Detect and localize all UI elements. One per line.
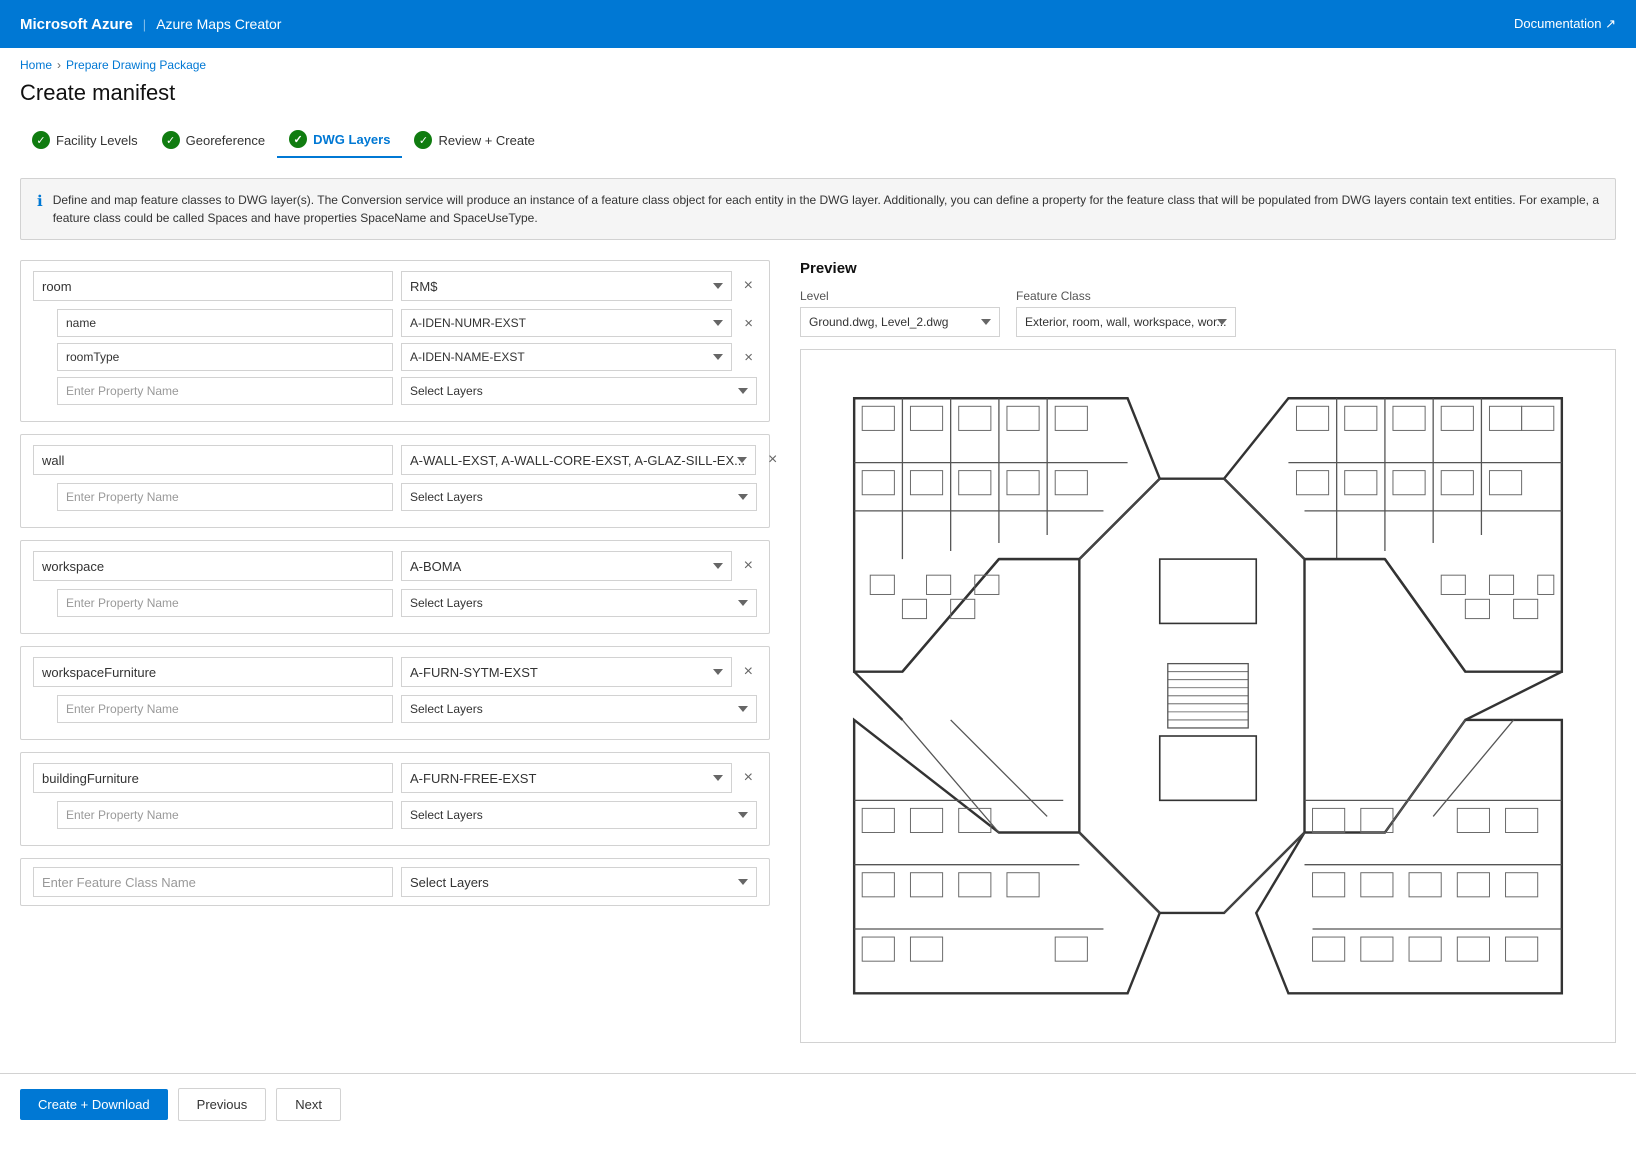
fc-prop-name-name[interactable]: [57, 309, 393, 337]
fc-delete-room[interactable]: ×: [740, 275, 757, 297]
bottom-bar: Create + Download Previous Next: [0, 1073, 1636, 1135]
fc-delete-workspacefurniture[interactable]: ×: [740, 661, 757, 683]
separator: |: [143, 17, 146, 32]
fc-prop-row-name: A-IDEN-NUMR-EXST ×: [33, 309, 757, 337]
step-review-create[interactable]: ✓ Review + Create: [402, 123, 546, 157]
step-check-icon: ✓: [32, 131, 50, 149]
fc-name-workspacefurniture[interactable]: [33, 657, 393, 687]
left-panel: RM$ × A-IDEN-NUMR-EXST × A-IDEN-NAME-EXS…: [20, 260, 770, 1043]
next-button[interactable]: Next: [276, 1088, 341, 1121]
fc-layer-select-buildingfurniture[interactable]: A-FURN-FREE-EXST: [401, 763, 732, 793]
breadcrumb-separator: ›: [57, 58, 61, 72]
step-dwg-layers[interactable]: ✓ DWG Layers: [277, 122, 402, 158]
feature-class-label: Feature Class: [1016, 289, 1236, 303]
info-icon: ℹ: [37, 192, 43, 227]
fc-prop-name-roomtype[interactable]: [57, 343, 393, 371]
info-text: Define and map feature classes to DWG la…: [53, 191, 1599, 227]
fc-group-buildingfurniture: A-FURN-FREE-EXST × Select Layers: [20, 752, 770, 846]
fc-prop-row-empty: Select Layers: [33, 377, 757, 405]
app-name: Azure Maps Creator: [156, 16, 281, 32]
fc-new-name-input[interactable]: [33, 867, 393, 897]
feature-classes-list: RM$ × A-IDEN-NUMR-EXST × A-IDEN-NAME-EXS…: [20, 260, 770, 918]
fc-prop-name-wall-empty[interactable]: [57, 483, 393, 511]
fc-group-workspacefurniture: A-FURN-SYTM-EXST × Select Layers: [20, 646, 770, 740]
previous-button[interactable]: Previous: [178, 1088, 267, 1121]
fc-name-buildingfurniture[interactable]: [33, 763, 393, 793]
fc-new-layer-select[interactable]: Select Layers: [401, 867, 757, 897]
fc-prop-delete-roomtype[interactable]: ×: [740, 347, 757, 368]
fc-main-row-buildingfurniture: A-FURN-FREE-EXST ×: [33, 763, 757, 793]
fc-prop-row-bf-empty: Select Layers: [33, 801, 757, 829]
fc-new-row: Select Layers: [20, 858, 770, 906]
fc-prop-row-wall-empty: Select Layers: [33, 483, 757, 511]
fc-main-row-wall: A-WALL-EXST, A-WALL-CORE-EXST, A-GLAZ-SI…: [33, 445, 757, 475]
fc-main-row-workspacefurniture: A-FURN-SYTM-EXST ×: [33, 657, 757, 687]
fc-name-room[interactable]: [33, 271, 393, 301]
fc-layer-select-room[interactable]: RM$: [401, 271, 732, 301]
main-layout: RM$ × A-IDEN-NUMR-EXST × A-IDEN-NAME-EXS…: [0, 260, 1636, 1043]
fc-main-row-workspace: A-BOMA ×: [33, 551, 757, 581]
step-label: Georeference: [186, 133, 266, 148]
fc-prop-layers-roomtype[interactable]: A-IDEN-NAME-EXST: [401, 343, 732, 371]
preview-title: Preview: [800, 260, 1616, 277]
fc-main-row-room: RM$ ×: [33, 271, 757, 301]
right-panel: Preview Level Ground.dwg, Level_2.dwg Fe…: [770, 260, 1616, 1043]
fc-prop-row-roomtype: A-IDEN-NAME-EXST ×: [33, 343, 757, 371]
level-label: Level: [800, 289, 1000, 303]
documentation-link[interactable]: Documentation ↗: [1514, 16, 1616, 32]
step-facility-levels[interactable]: ✓ Facility Levels: [20, 123, 150, 157]
fc-layer-select-workspacefurniture[interactable]: A-FURN-SYTM-EXST: [401, 657, 732, 687]
info-box: ℹ Define and map feature classes to DWG …: [20, 178, 1616, 240]
top-bar: Microsoft Azure | Azure Maps Creator Doc…: [0, 0, 1636, 48]
level-control: Level Ground.dwg, Level_2.dwg: [800, 289, 1000, 337]
wizard-steps: ✓ Facility Levels ✓ Georeference ✓ DWG L…: [0, 122, 1636, 178]
fc-delete-buildingfurniture[interactable]: ×: [740, 767, 757, 789]
create-download-button[interactable]: Create + Download: [20, 1089, 168, 1120]
fc-prop-layers-name[interactable]: A-IDEN-NUMR-EXST: [401, 309, 732, 337]
step-check-icon: ✓: [162, 131, 180, 149]
breadcrumb-home[interactable]: Home: [20, 58, 52, 72]
fc-prop-name-empty[interactable]: [57, 377, 393, 405]
step-label: DWG Layers: [313, 132, 390, 147]
fc-prop-delete-name[interactable]: ×: [740, 313, 757, 334]
fc-prop-layers-bf-empty[interactable]: Select Layers: [401, 801, 757, 829]
fc-prop-name-bf-empty[interactable]: [57, 801, 393, 829]
breadcrumb: Home › Prepare Drawing Package: [0, 48, 1636, 76]
fc-prop-name-wf-empty[interactable]: [57, 695, 393, 723]
fc-prop-row-workspace-empty: Select Layers: [33, 589, 757, 617]
floor-plan-svg: [801, 350, 1615, 1042]
fc-group-workspace: A-BOMA × Select Layers: [20, 540, 770, 634]
preview-section: Preview Level Ground.dwg, Level_2.dwg Fe…: [800, 260, 1616, 1043]
fc-layer-select-workspace[interactable]: A-BOMA: [401, 551, 732, 581]
fc-layer-select-wall[interactable]: A-WALL-EXST, A-WALL-CORE-EXST, A-GLAZ-SI…: [401, 445, 756, 475]
step-georeference[interactable]: ✓ Georeference: [150, 123, 278, 157]
feature-class-control: Feature Class Exterior, room, wall, work…: [1016, 289, 1236, 337]
step-label: Facility Levels: [56, 133, 138, 148]
brand-name: Microsoft Azure: [20, 16, 133, 33]
fc-prop-layers-wall-empty[interactable]: Select Layers: [401, 483, 757, 511]
fc-group-room: RM$ × A-IDEN-NUMR-EXST × A-IDEN-NAME-EXS…: [20, 260, 770, 422]
fc-prop-layers-workspace-empty[interactable]: Select Layers: [401, 589, 757, 617]
fc-prop-row-wf-empty: Select Layers: [33, 695, 757, 723]
fc-name-workspace[interactable]: [33, 551, 393, 581]
fc-name-wall[interactable]: [33, 445, 393, 475]
fc-prop-layers-wf-empty[interactable]: Select Layers: [401, 695, 757, 723]
step-check-icon: ✓: [414, 131, 432, 149]
fc-prop-layers-empty[interactable]: Select Layers: [401, 377, 757, 405]
level-select[interactable]: Ground.dwg, Level_2.dwg: [800, 307, 1000, 337]
fc-group-wall: A-WALL-EXST, A-WALL-CORE-EXST, A-GLAZ-SI…: [20, 434, 770, 528]
fc-prop-name-workspace-empty[interactable]: [57, 589, 393, 617]
page-title: Create manifest: [0, 76, 1636, 122]
step-check-icon: ✓: [289, 130, 307, 148]
breadcrumb-current[interactable]: Prepare Drawing Package: [66, 58, 206, 72]
fc-delete-workspace[interactable]: ×: [740, 555, 757, 577]
step-label: Review + Create: [438, 133, 534, 148]
floor-plan-preview: [800, 349, 1616, 1043]
feature-class-select[interactable]: Exterior, room, wall, workspace, wor...: [1016, 307, 1236, 337]
preview-controls: Level Ground.dwg, Level_2.dwg Feature Cl…: [800, 289, 1616, 337]
